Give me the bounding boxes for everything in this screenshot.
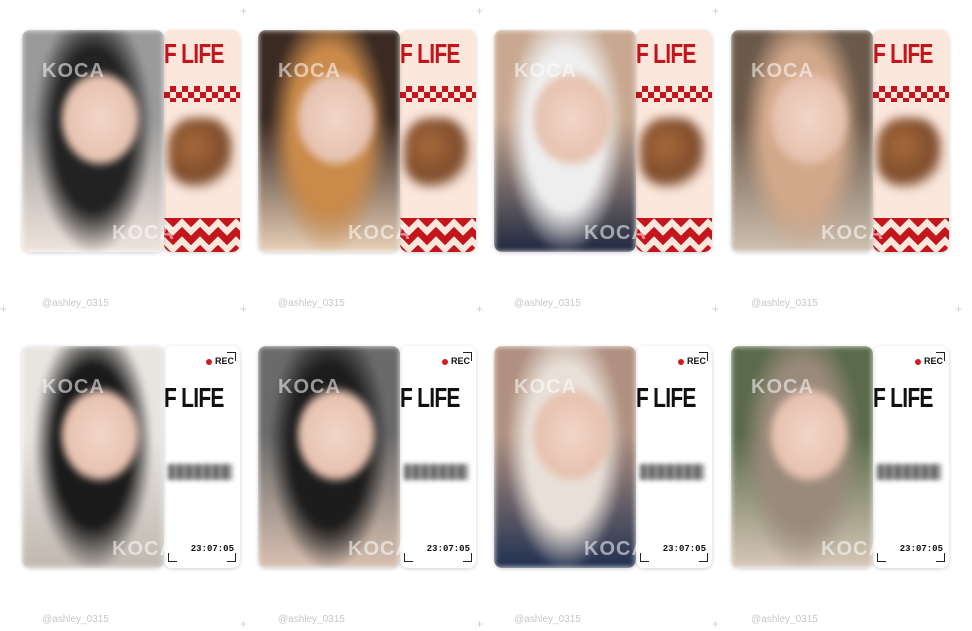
checker-band <box>164 86 240 102</box>
record-dot-icon <box>441 358 448 365</box>
koca-watermark: KOCA <box>751 60 814 82</box>
blurred-text <box>640 464 704 480</box>
handle-watermark: @ashley_0315 <box>514 298 581 309</box>
viewfinder-corner-icon <box>936 352 945 361</box>
plus-marker-icon: + <box>476 617 484 631</box>
plus-marker-icon: + <box>476 4 484 18</box>
handle-watermark: @ashley_0315 <box>278 614 345 625</box>
blurred-text <box>877 464 941 480</box>
koca-watermark: KOCA <box>584 222 647 244</box>
card-title: F LIFE <box>164 382 224 413</box>
plus-marker-icon: + <box>0 302 8 316</box>
photocard-pair: F LIFE KOCA KOCA <box>494 30 712 252</box>
koca-watermark: KOCA <box>751 376 814 398</box>
koca-watermark: KOCA <box>821 538 884 560</box>
card-title: F LIFE <box>636 382 696 413</box>
record-dot-icon <box>205 358 212 365</box>
card-title: F LIFE <box>400 382 460 413</box>
plus-marker-icon: + <box>476 302 484 316</box>
viewfinder-corner-icon <box>227 352 236 361</box>
diamond-pattern <box>873 218 949 252</box>
diamond-pattern <box>636 218 712 252</box>
koca-watermark: KOCA <box>278 60 341 82</box>
burger-image <box>877 118 941 188</box>
checker-band <box>400 86 476 102</box>
viewfinder-corner-icon <box>463 553 472 562</box>
handle-watermark: @ashley_0315 <box>42 298 109 309</box>
photocard-back: F LIFE REC 23:07:05 <box>400 346 476 568</box>
record-dot-icon <box>914 358 921 365</box>
card-title: F LIFE <box>636 38 696 69</box>
photocard-pair: F LIFE KOCA KOCA <box>731 30 949 252</box>
photocard-pair: F LIFE REC 23:07:05 KOCA KOCA <box>22 346 240 568</box>
viewfinder-corner-icon <box>699 352 708 361</box>
handle-watermark: @ashley_0315 <box>42 614 109 625</box>
photocard-pair: F LIFE REC 23:07:05 KOCA KOCA <box>494 346 712 568</box>
burger-image <box>168 118 232 188</box>
diamond-pattern <box>400 218 476 252</box>
handle-watermark: @ashley_0315 <box>514 614 581 625</box>
photocard-pair: F LIFE REC 23:07:05 KOCA KOCA <box>258 346 476 568</box>
record-dot-icon <box>677 358 684 365</box>
plus-marker-icon: + <box>240 4 248 18</box>
koca-watermark: KOCA <box>514 60 577 82</box>
koca-watermark: KOCA <box>821 222 884 244</box>
burger-image <box>404 118 468 188</box>
koca-watermark: KOCA <box>42 60 105 82</box>
checker-band <box>873 86 949 102</box>
koca-watermark: KOCA <box>278 376 341 398</box>
photocard-back: F LIFE REC 23:07:05 <box>873 346 949 568</box>
plus-marker-icon: + <box>712 4 720 18</box>
plus-marker-icon: + <box>712 302 720 316</box>
plus-marker-icon: + <box>240 302 248 316</box>
checker-band <box>636 86 712 102</box>
blurred-text <box>404 464 468 480</box>
koca-watermark: KOCA <box>112 222 175 244</box>
card-title: F LIFE <box>873 38 933 69</box>
photocard-back: F LIFE REC 23:07:05 <box>164 346 240 568</box>
plus-marker-icon: + <box>955 302 963 316</box>
viewfinder-corner-icon <box>227 553 236 562</box>
burger-image <box>640 118 704 188</box>
koca-watermark: KOCA <box>514 376 577 398</box>
photocard-back: F LIFE <box>164 30 240 252</box>
diamond-pattern <box>164 218 240 252</box>
photocard-back: F LIFE <box>400 30 476 252</box>
photocard-pair: F LIFE KOCA KOCA <box>258 30 476 252</box>
card-title: F LIFE <box>400 38 460 69</box>
koca-watermark: KOCA <box>584 538 647 560</box>
viewfinder-corner-icon <box>463 352 472 361</box>
handle-watermark: @ashley_0315 <box>751 614 818 625</box>
koca-watermark: KOCA <box>348 222 411 244</box>
photocard-back: F LIFE <box>636 30 712 252</box>
photocard-pair: F LIFE REC 23:07:05 KOCA KOCA <box>731 346 949 568</box>
koca-watermark: KOCA <box>112 538 175 560</box>
plus-marker-icon: + <box>240 617 248 631</box>
blurred-text <box>168 464 232 480</box>
plus-marker-icon: + <box>712 617 720 631</box>
card-title: F LIFE <box>164 38 224 69</box>
koca-watermark: KOCA <box>348 538 411 560</box>
photocard-pair: F LIFE KOCA KOCA <box>22 30 240 252</box>
photocard-back: F LIFE <box>873 30 949 252</box>
viewfinder-corner-icon <box>699 553 708 562</box>
photocard-back: F LIFE REC 23:07:05 <box>636 346 712 568</box>
card-title: F LIFE <box>873 382 933 413</box>
photocard-grid: F LIFE KOCA KOCA @ashley_0315 F LIFE KOCA KOCA… <box>0 0 972 631</box>
viewfinder-corner-icon <box>936 553 945 562</box>
handle-watermark: @ashley_0315 <box>751 298 818 309</box>
handle-watermark: @ashley_0315 <box>278 298 345 309</box>
koca-watermark: KOCA <box>42 376 105 398</box>
